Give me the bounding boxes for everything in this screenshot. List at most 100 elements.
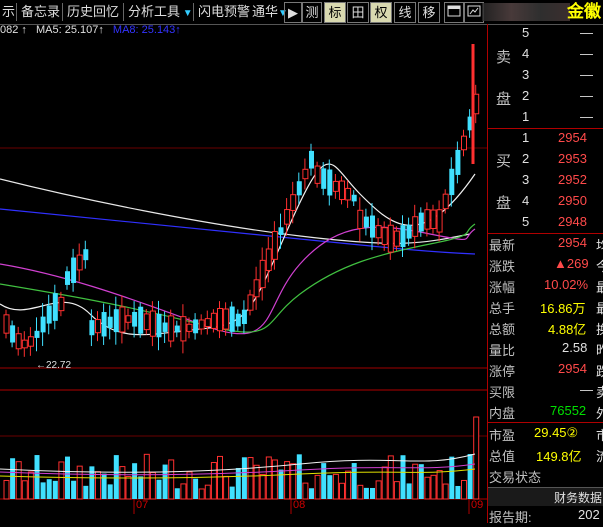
stock-name: 金徽	[567, 2, 601, 21]
kline-chart-svg	[0, 44, 487, 514]
buy-row: 3 2952	[488, 171, 603, 192]
stat-suffix: 跌	[596, 364, 603, 379]
volume-bar	[296, 454, 302, 499]
toolbar-item-memo[interactable]: 备忘录	[19, 0, 62, 24]
candle-body	[400, 225, 406, 248]
ma-label-0: 082 ↑	[0, 24, 27, 36]
quote-panel: 卖 盘 5 — 4 — 3 — 2 — 1 — 买 盘 1 2954 2 295…	[487, 24, 603, 525]
stat-value: 4.88亿	[548, 322, 587, 337]
window-icon[interactable]	[444, 2, 464, 23]
toolbar-item-alert[interactable]: 闪电预警	[196, 0, 252, 24]
candle-body	[180, 316, 187, 342]
candle-body	[204, 318, 211, 328]
volume-bar	[332, 473, 339, 500]
candle-body	[76, 254, 83, 271]
volume-bar	[119, 466, 126, 500]
candle-body	[83, 249, 89, 261]
stat-row-mktcap: 总值 149.8亿 流	[488, 445, 603, 466]
stat-label: 市盈	[489, 428, 516, 443]
report-period-value: 202	[578, 507, 600, 522]
buy-level: 5	[522, 214, 530, 229]
volume-bar	[204, 484, 211, 500]
ma-legend: 082 ↑ MA5: 25.107↑ MA8: 25.143↑	[0, 24, 187, 36]
volume-bar	[125, 475, 132, 500]
candle-body	[430, 209, 437, 230]
stat-label: 买限	[489, 385, 516, 400]
finance-data-label: 财务数据	[553, 491, 602, 505]
volume-bar	[363, 487, 369, 499]
toolbar-item-history[interactable]: 历史回忆	[65, 0, 121, 24]
volume-bar	[400, 455, 406, 499]
candle-body	[351, 194, 357, 202]
volume-bar	[95, 471, 101, 500]
volume-bar	[10, 458, 16, 499]
line-button[interactable]: 线	[394, 2, 416, 23]
stat-value: 10.02%	[544, 277, 589, 292]
candle-body	[339, 180, 345, 201]
candle-body	[284, 209, 291, 225]
stat-suffix: 均	[596, 238, 603, 253]
month-label-09: 09	[471, 499, 484, 511]
volume-bar	[442, 483, 449, 500]
candle-body	[210, 312, 217, 329]
candle-body	[449, 168, 455, 196]
volume-bar	[229, 486, 235, 499]
stat-row-status: 交易状态	[488, 466, 603, 487]
volume-bar	[424, 476, 431, 500]
candle-body	[461, 135, 467, 151]
grid-button[interactable]: 田	[347, 2, 369, 23]
stat-value: 16.86万	[540, 301, 586, 316]
volume-bar	[210, 462, 217, 500]
stat-value: 149.8亿	[536, 449, 582, 464]
candle-body	[271, 231, 278, 260]
candle-body	[125, 315, 132, 323]
volume-bar	[15, 461, 22, 500]
stat-value: 76552	[550, 403, 587, 418]
candle-body	[332, 180, 339, 192]
toolbar: 示 备忘录 历史回忆 分析工具 ▼ 闪电预警 通华 ▼ ▶ 测 标 田 权 线 移…	[0, 0, 603, 25]
volume-bar	[461, 479, 467, 500]
sell-level: 4	[522, 46, 530, 61]
buy-price: 2954	[558, 130, 587, 145]
toolbar-item-0[interactable]: 示	[0, 0, 17, 24]
stat-suffix: 换	[596, 322, 603, 337]
stat-suffix: 流	[596, 449, 603, 464]
candle-body	[259, 259, 266, 289]
volume-bar	[406, 483, 412, 499]
candle-body	[143, 313, 150, 331]
stat-suffix: 市	[596, 428, 603, 443]
mark-button[interactable]: 标	[324, 2, 346, 23]
volume-bar	[162, 464, 168, 499]
candle-body	[357, 209, 364, 229]
move-button[interactable]: 移	[418, 2, 440, 23]
month-label-07: 07	[136, 499, 149, 511]
stat-value: 29.45②	[534, 425, 579, 440]
stat-row-limit-up: 涨停 2954 跌	[488, 360, 603, 381]
toolbar-item-analysis[interactable]: 分析工具 ▼	[126, 0, 195, 24]
volume-bar	[449, 456, 455, 499]
measure-button[interactable]: 测	[302, 2, 322, 23]
toolbar-separator	[16, 3, 17, 21]
volume-bar	[241, 457, 247, 499]
stat-value: 2954	[558, 235, 587, 250]
buy-row: 4 2950	[488, 192, 603, 213]
sell-level: 5	[522, 25, 530, 40]
volume-bar	[357, 484, 364, 500]
volume-bar	[52, 480, 58, 499]
blurred-region	[482, 3, 570, 21]
buy-row: 5 2948	[488, 213, 603, 234]
sell-row: 5 —	[488, 24, 603, 45]
finance-data-button[interactable]: 财务数据	[488, 487, 603, 506]
rights-button[interactable]: 权	[370, 2, 392, 23]
buy-price: 2948	[558, 214, 587, 229]
stat-row-latest: 最新 2954 均	[488, 234, 603, 255]
stat-row-volume: 总手 16.86万 最	[488, 297, 603, 318]
candle-body	[235, 313, 241, 327]
volume-bar	[217, 455, 223, 500]
play-button[interactable]: ▶	[284, 2, 302, 23]
chart-type-icon[interactable]	[464, 2, 484, 23]
candle-body	[174, 325, 180, 333]
volume-bar	[278, 469, 284, 499]
volume-bar	[58, 461, 65, 500]
kline-chart[interactable]: 082 ↑ MA5: 25.107↑ MA8: 25.143↑ ←22.72 0…	[0, 24, 487, 514]
